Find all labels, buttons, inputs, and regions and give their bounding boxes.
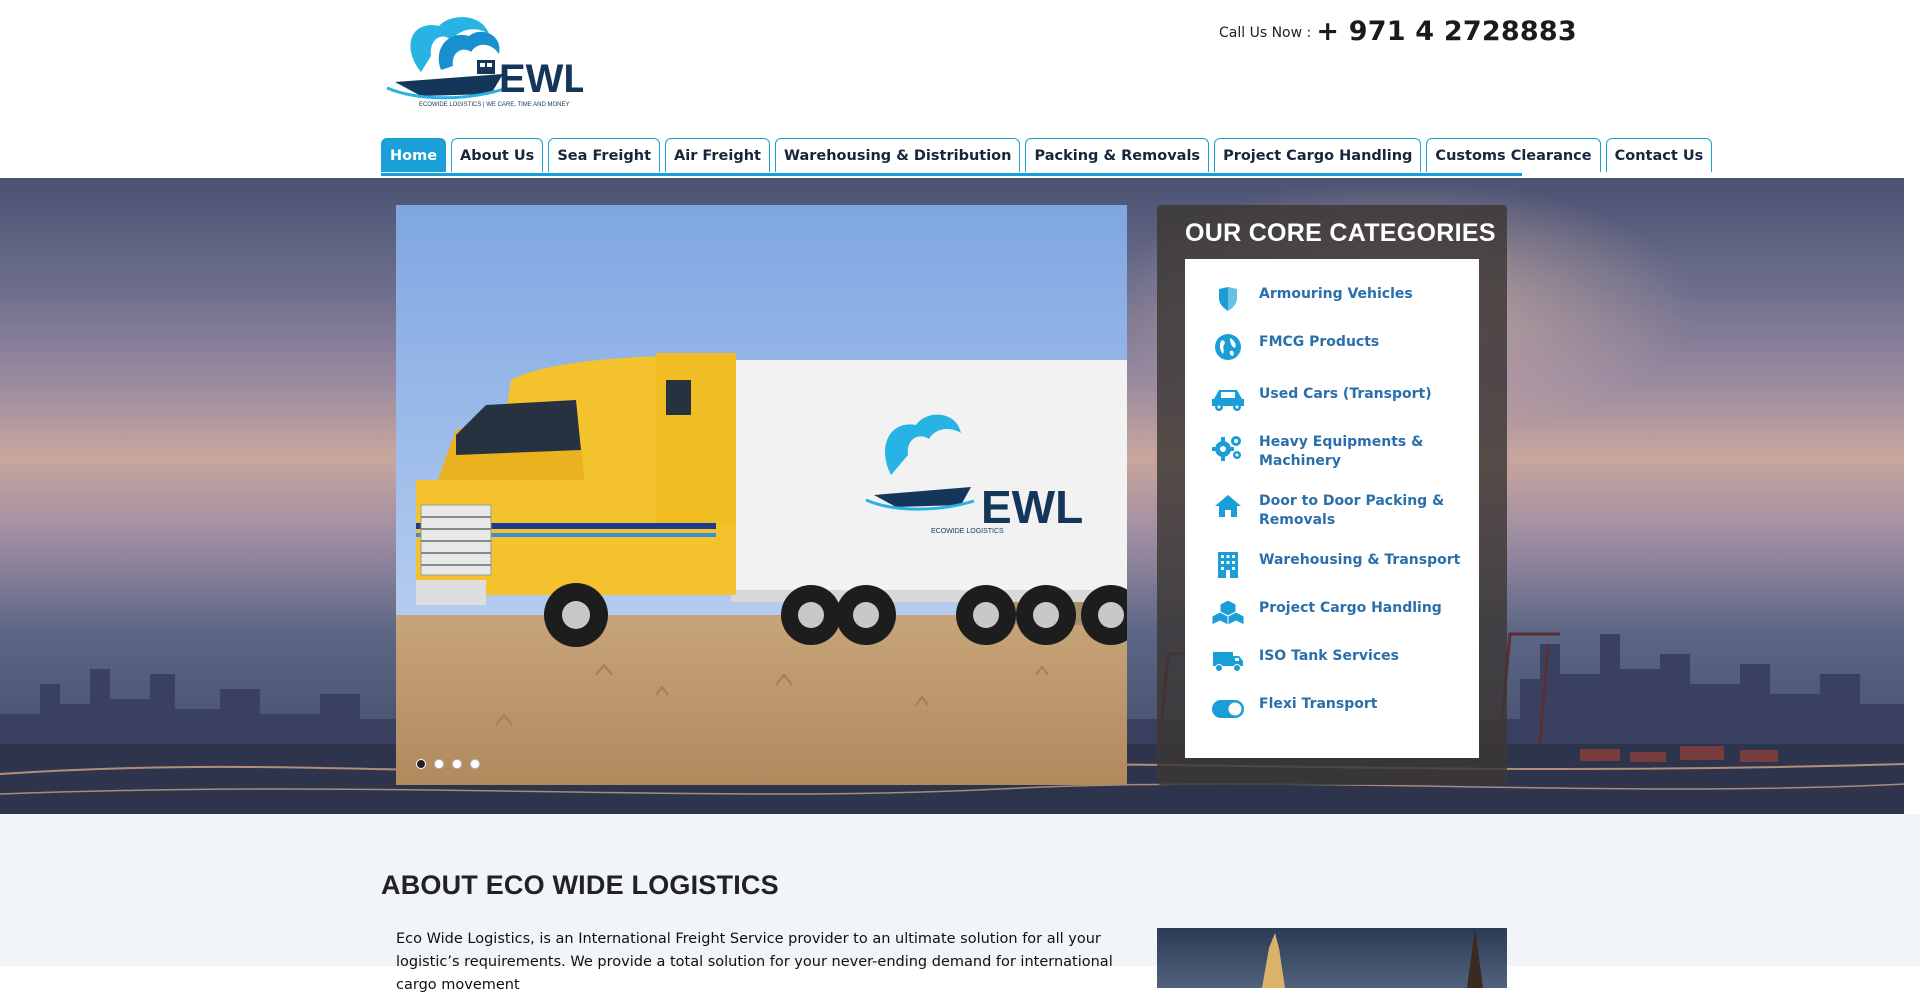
nav-sea-freight[interactable]: Sea Freight — [548, 138, 661, 172]
toggle-icon — [1211, 695, 1245, 723]
logo-tagline: ECOWIDE LOGISTICS | WE CARE, TIME AND MO… — [419, 102, 569, 108]
logo[interactable]: EWL ECOWIDE LOGISTICS | WE CARE, TIME AN… — [381, 12, 583, 108]
hero-banner: EWL ECOWIDE LOGISTICS OUR CORE CATEGORIE… — [0, 178, 1904, 814]
nav-project-cargo[interactable]: Project Cargo Handling — [1214, 138, 1422, 172]
nav-home[interactable]: Home — [381, 138, 447, 172]
nav-customs-clearance[interactable]: Customs Clearance — [1426, 138, 1601, 172]
core-categories-panel: OUR CORE CATEGORIES Armouring Vehicles F… — [1157, 205, 1507, 785]
category-door-to-door[interactable]: Door to Door Packing & Removals — [1211, 492, 1471, 530]
category-label: Used Cars (Transport) — [1259, 386, 1432, 402]
core-categories-title: OUR CORE CATEGORIES — [1185, 219, 1496, 247]
category-label: Project Cargo Handling — [1259, 600, 1442, 616]
category-label: Door to Door Packing & Removals — [1259, 493, 1445, 528]
category-flexi-transport[interactable]: Flexi Transport — [1211, 695, 1471, 723]
slider-dot-2[interactable] — [434, 759, 444, 769]
slider-dot-1[interactable] — [416, 759, 426, 769]
logo-mark: EWL ECOWIDE LOGISTICS | WE CARE, TIME AN… — [386, 17, 583, 108]
site-header: EWL ECOWIDE LOGISTICS | WE CARE, TIME AN… — [0, 0, 1920, 178]
phone-block: Call Us Now : + 971 4 2728883 — [1219, 16, 1577, 47]
category-label: Armouring Vehicles — [1259, 286, 1413, 302]
truck-slide-image: EWL ECOWIDE LOGISTICS — [396, 205, 1127, 785]
category-heavy-equipments[interactable]: Heavy Equipments & Machinery — [1211, 433, 1471, 471]
category-used-cars[interactable]: Used Cars (Transport) — [1211, 385, 1471, 413]
slider-dot-4[interactable] — [470, 759, 480, 769]
phone-label: Call Us Now : — [1219, 25, 1312, 41]
globe-icon — [1211, 333, 1245, 361]
about-image — [1157, 928, 1507, 988]
category-label: Heavy Equipments & Machinery — [1259, 434, 1424, 469]
truck-logo-subtext: ECOWIDE LOGISTICS — [931, 528, 1004, 535]
about-image-graphic — [1262, 928, 1483, 988]
category-project-cargo[interactable]: Project Cargo Handling — [1211, 599, 1471, 627]
category-armouring-vehicles[interactable]: Armouring Vehicles — [1211, 285, 1471, 313]
category-label: Warehousing & Transport — [1259, 552, 1461, 568]
nav-air-freight[interactable]: Air Freight — [665, 138, 770, 172]
home-icon — [1211, 492, 1245, 520]
category-label: FMCG Products — [1259, 334, 1380, 350]
slider-dot-3[interactable] — [452, 759, 462, 769]
category-fmcg-products[interactable]: FMCG Products — [1211, 333, 1471, 361]
image-slider[interactable]: EWL ECOWIDE LOGISTICS — [396, 205, 1127, 785]
nav-about-us[interactable]: About Us — [451, 138, 544, 172]
nav-warehousing[interactable]: Warehousing & Distribution — [774, 138, 1021, 172]
category-warehousing-transport[interactable]: Warehousing & Transport — [1211, 551, 1471, 579]
logo-text: EWL — [499, 57, 583, 101]
car-icon — [1211, 385, 1245, 413]
phone-number[interactable]: + 971 4 2728883 — [1316, 16, 1576, 47]
core-categories-list: Armouring Vehicles FMCG Products Used Ca… — [1185, 259, 1479, 758]
category-iso-tank[interactable]: ISO Tank Services — [1211, 647, 1471, 675]
about-title: ABOUT ECO WIDE LOGISTICS — [381, 870, 779, 900]
building-icon — [1211, 551, 1245, 579]
category-label: ISO Tank Services — [1259, 648, 1399, 664]
gears-icon — [1211, 433, 1245, 461]
truck-logo-text: EWL — [981, 481, 1083, 533]
main-nav: Home About Us Sea Freight Air Freight Wa… — [381, 138, 1713, 176]
about-section: ABOUT ECO WIDE LOGISTICS Eco Wide Logist… — [0, 814, 1920, 993]
nav-packing-removals[interactable]: Packing & Removals — [1025, 138, 1210, 172]
slider-pagination — [416, 759, 480, 769]
nav-contact-us[interactable]: Contact Us — [1605, 138, 1713, 172]
about-text: Eco Wide Logistics, is an International … — [396, 931, 1113, 993]
truck-icon — [1211, 647, 1245, 675]
shield-icon — [1211, 285, 1245, 313]
category-label: Flexi Transport — [1259, 696, 1378, 712]
cubes-icon — [1211, 599, 1245, 627]
